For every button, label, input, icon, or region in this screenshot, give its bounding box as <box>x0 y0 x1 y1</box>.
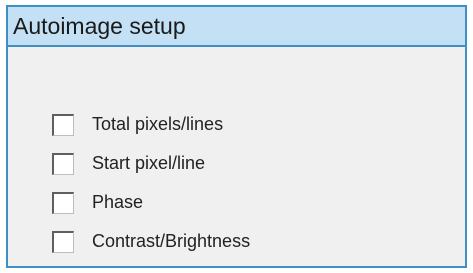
contrast-brightness-checkbox[interactable] <box>52 230 74 253</box>
phase-checkbox[interactable] <box>52 191 74 214</box>
options-list: Total pixels/lines Start pixel/line Phas… <box>52 105 250 261</box>
option-total-pixels-lines[interactable]: Total pixels/lines <box>52 105 250 144</box>
option-label: Phase <box>92 192 144 212</box>
option-label: Total pixels/lines <box>92 114 224 134</box>
total-pixels-lines-checkbox[interactable] <box>52 113 74 136</box>
option-phase[interactable]: Phase <box>52 183 250 222</box>
option-contrast-brightness[interactable]: Contrast/Brightness <box>52 222 250 261</box>
start-pixel-line-checkbox[interactable] <box>52 152 74 175</box>
autoimage-setup-panel: Autoimage setup Total pixels/lines Start… <box>6 5 467 268</box>
panel-title: Autoimage setup <box>13 12 186 39</box>
option-label: Start pixel/line <box>92 153 206 173</box>
option-label: Contrast/Brightness <box>92 231 251 251</box>
title-bar: Autoimage setup <box>8 7 465 47</box>
option-start-pixel-line[interactable]: Start pixel/line <box>52 144 250 183</box>
